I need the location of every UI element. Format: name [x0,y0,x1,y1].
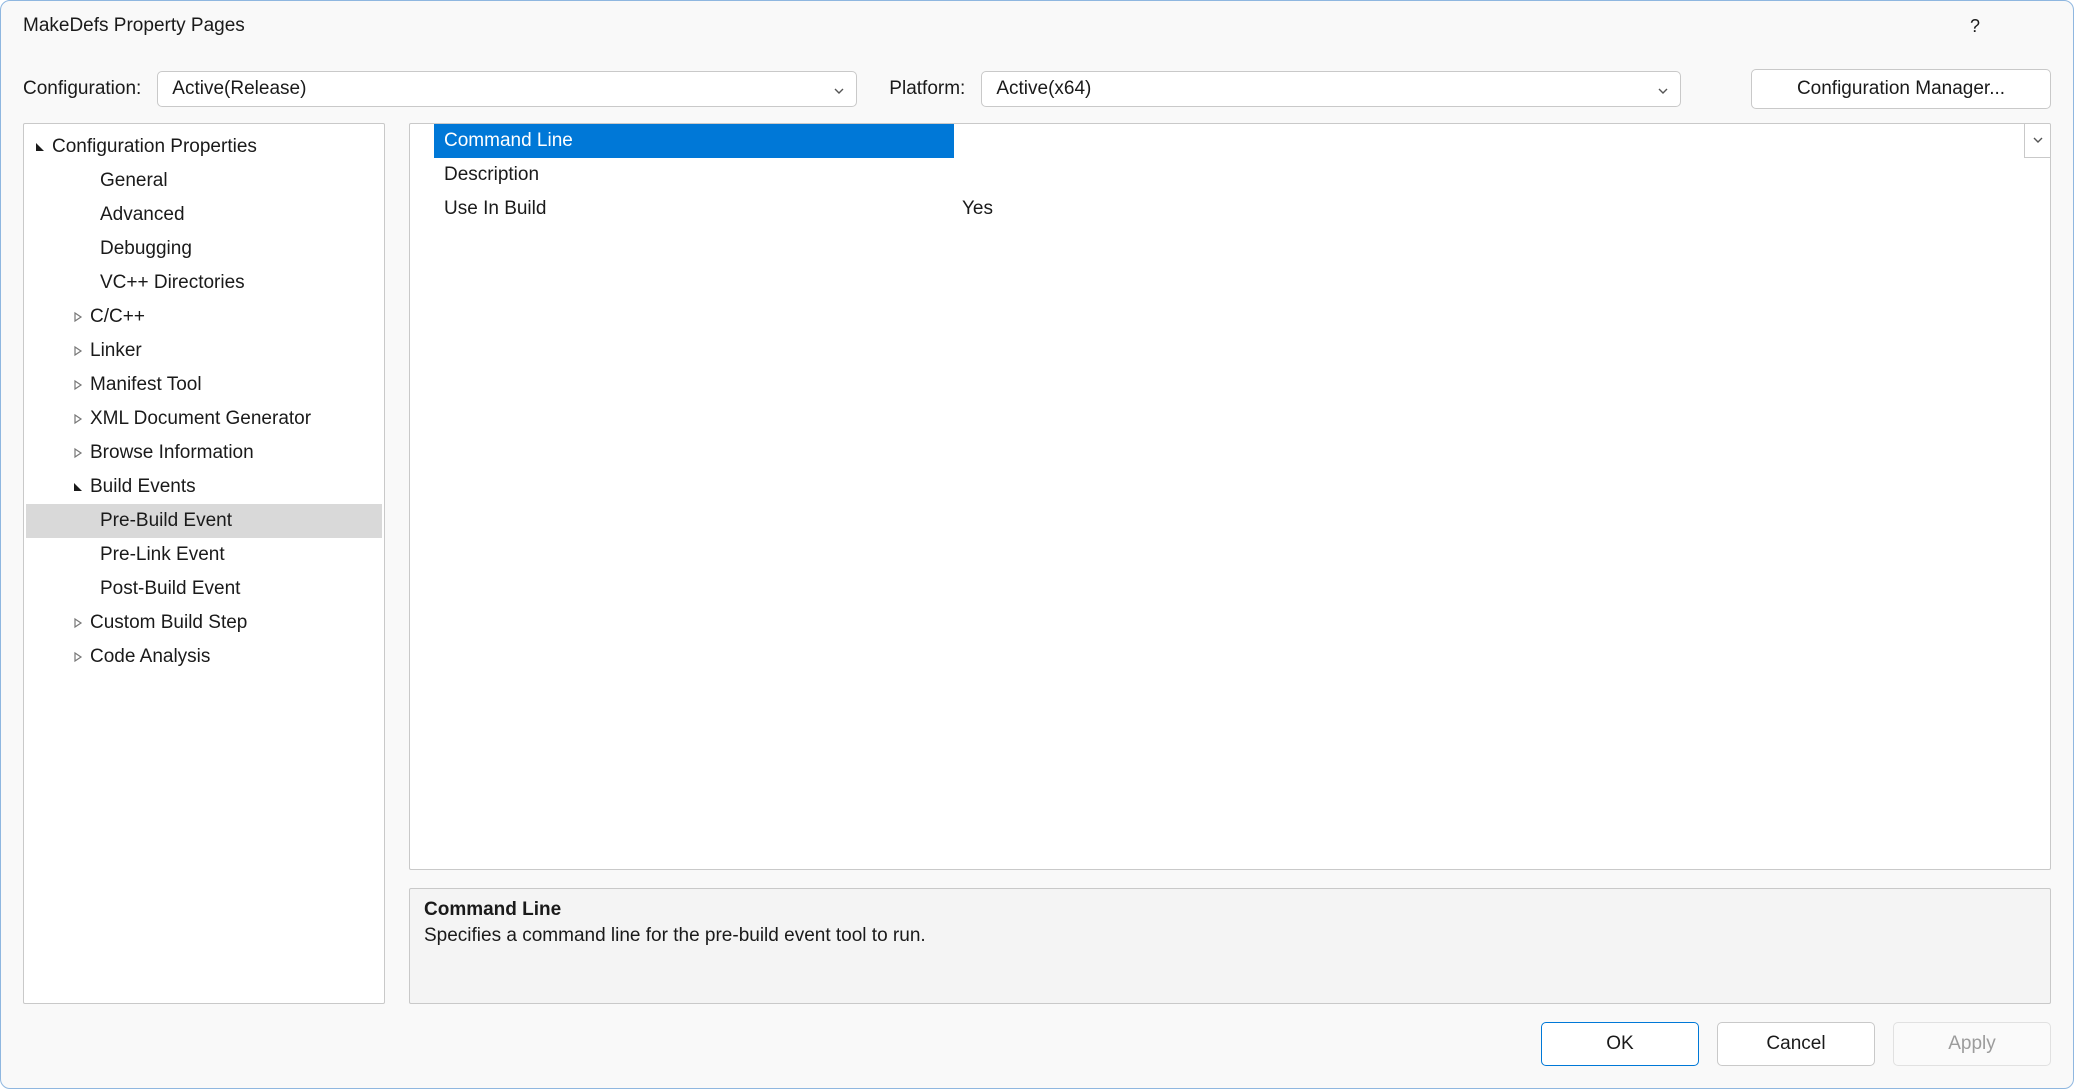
main-area: Configuration Properties General Advanced… [1,123,2073,1012]
chevron-down-icon [2032,130,2044,151]
tree-item[interactable]: Manifest Tool [26,368,382,402]
description-title: Command Line [424,899,2036,921]
tree-item[interactable]: Pre-Build Event [26,504,382,538]
tree-item[interactable]: Linker [26,334,382,368]
help-button[interactable]: ? [1945,6,2005,46]
expander-closed-icon[interactable] [70,311,86,323]
configuration-manager-button[interactable]: Configuration Manager... [1751,69,2051,109]
tree-item[interactable]: Advanced [26,198,382,232]
tree-item-label: Build Events [88,476,196,498]
property-value[interactable] [954,158,2050,192]
tree-item-label: Browse Information [88,442,254,464]
tree-item-label: Debugging [98,238,192,260]
window-title: MakeDefs Property Pages [23,15,245,37]
tree-item-label: Post-Build Event [98,578,240,600]
right-column: Command LineDescriptionUse In BuildYes C… [409,123,2051,1004]
configuration-value: Active(Release) [172,78,306,100]
dialog-buttons: OK Cancel Apply [1,1012,2073,1088]
tree-item-label: Advanced [98,204,185,226]
tree-item-label: Linker [88,340,142,362]
platform-value: Active(x64) [996,78,1091,100]
description-body: Specifies a command line for the pre-bui… [424,925,2036,947]
tree-root[interactable]: Configuration Properties [26,130,382,164]
tree-item-label: Pre-Link Event [98,544,225,566]
apply-button[interactable]: Apply [1893,1022,2051,1066]
tree-item[interactable]: Custom Build Step [26,606,382,640]
description-panel: Command Line Specifies a command line fo… [409,888,2051,1004]
expander-closed-icon[interactable] [70,447,86,459]
tree-item-label: General [98,170,168,192]
tree-item[interactable]: Pre-Link Event [26,538,382,572]
expander-closed-icon[interactable] [70,413,86,425]
chevron-down-icon [832,82,846,96]
property-row[interactable]: Command Line [434,124,2050,158]
property-pages-window: MakeDefs Property Pages ? Configuration:… [0,0,2074,1089]
tree-item[interactable]: Build Events [26,470,382,504]
tree-item[interactable]: General [26,164,382,198]
tree-item[interactable]: Debugging [26,232,382,266]
chevron-down-icon [1656,82,1670,96]
tree-item-label: VC++ Directories [98,272,245,294]
property-name: Description [434,158,954,192]
tree-item[interactable]: XML Document Generator [26,402,382,436]
tree-item[interactable]: C/C++ [26,300,382,334]
cancel-button[interactable]: Cancel [1717,1022,1875,1066]
property-value[interactable] [954,124,2050,158]
tree-item-label: Pre-Build Event [98,510,232,532]
property-name: Command Line [434,124,954,158]
platform-label: Platform: [889,78,965,100]
category-tree[interactable]: Configuration Properties General Advanced… [23,123,385,1004]
property-value[interactable]: Yes [954,192,2050,226]
tree-item-label: Code Analysis [88,646,210,668]
configuration-select[interactable]: Active(Release) [157,71,857,107]
expander-closed-icon[interactable] [70,617,86,629]
help-icon: ? [1970,16,1980,37]
value-dropdown-button[interactable] [2024,124,2050,158]
expander-closed-icon[interactable] [70,345,86,357]
titlebar: MakeDefs Property Pages ? [1,1,2073,51]
top-controls: Configuration: Active(Release) Platform:… [1,51,2073,123]
configuration-label: Configuration: [23,78,141,100]
tree-item-label: Custom Build Step [88,612,247,634]
tree-item[interactable]: Browse Information [26,436,382,470]
tree-item[interactable]: VC++ Directories [26,266,382,300]
property-grid[interactable]: Command LineDescriptionUse In BuildYes [409,123,2051,870]
tree-item[interactable]: Code Analysis [26,640,382,674]
expander-open-icon[interactable] [70,481,86,493]
property-row[interactable]: Description [434,158,2050,192]
tree-item-label: XML Document Generator [88,408,311,430]
close-button[interactable] [2005,6,2065,46]
tree-item-label: C/C++ [88,306,145,328]
property-row[interactable]: Use In BuildYes [434,192,2050,226]
expander-closed-icon[interactable] [70,651,86,663]
ok-button[interactable]: OK [1541,1022,1699,1066]
tree-item-label: Manifest Tool [88,374,202,396]
tree-root-label: Configuration Properties [50,136,257,158]
expander-closed-icon[interactable] [70,379,86,391]
expander-open-icon[interactable] [32,141,48,153]
property-name: Use In Build [434,192,954,226]
platform-select[interactable]: Active(x64) [981,71,1681,107]
tree-item[interactable]: Post-Build Event [26,572,382,606]
